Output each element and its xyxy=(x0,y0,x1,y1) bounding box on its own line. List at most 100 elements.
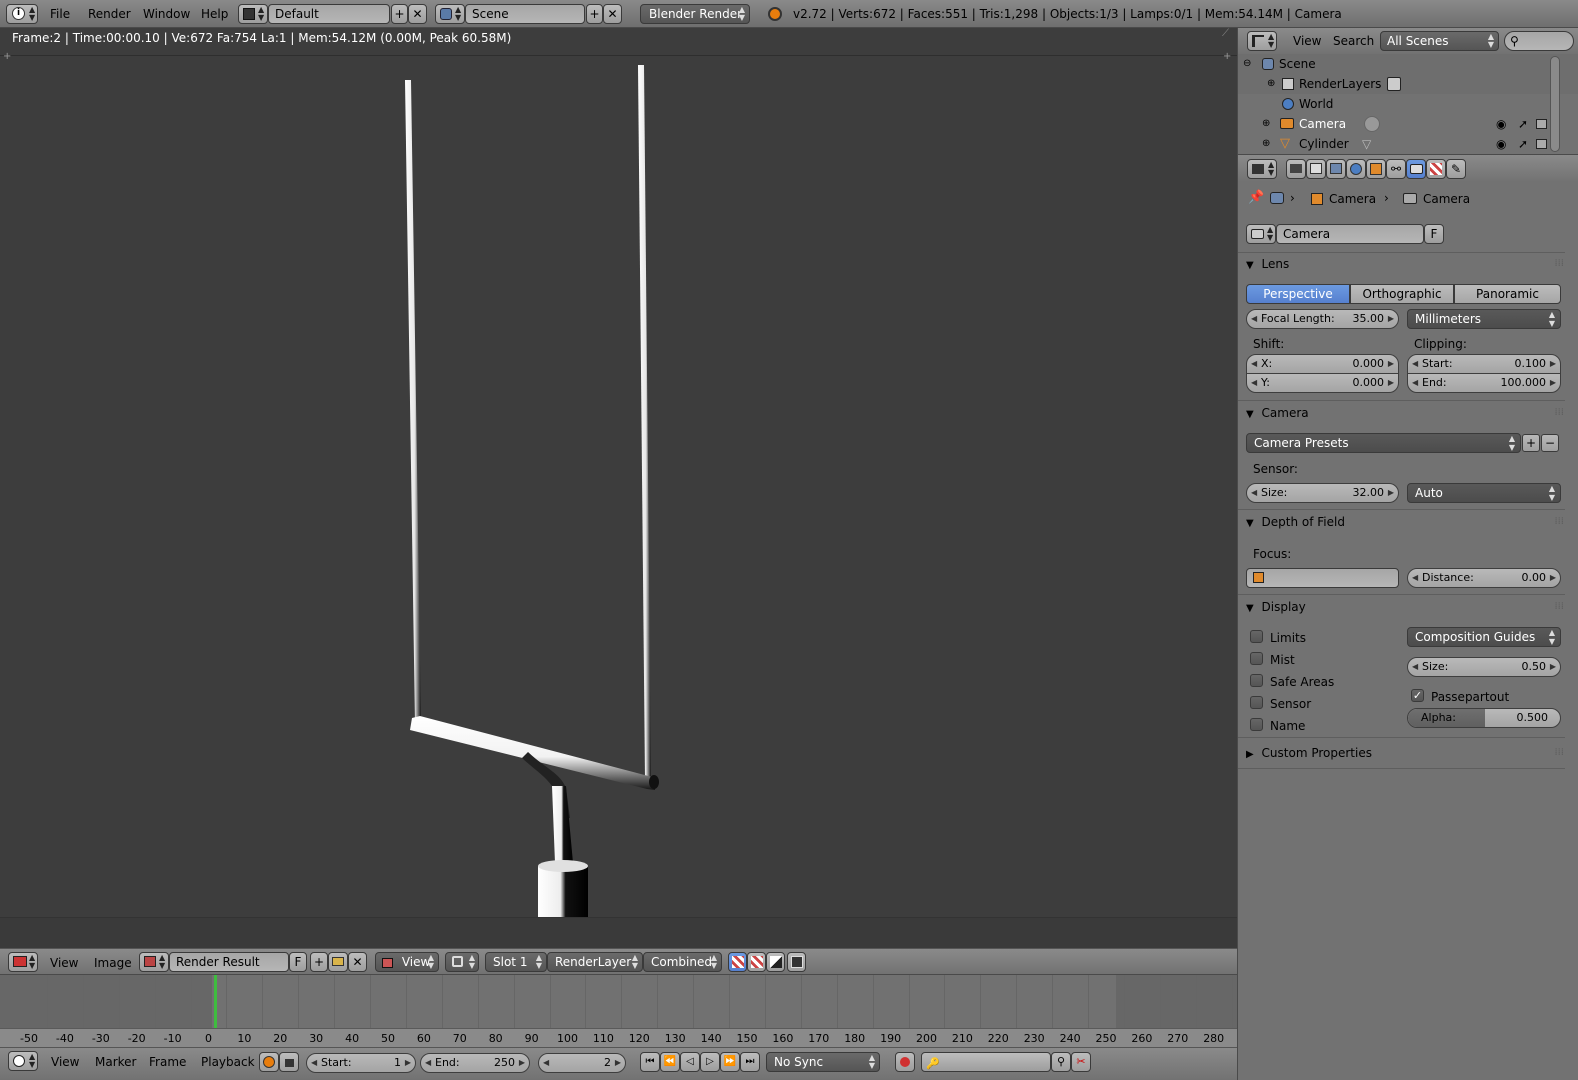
render-camera-icon[interactable] xyxy=(1536,119,1547,129)
lens-panel-header[interactable]: ▼ Lens ⁞⁞⁞ xyxy=(1246,253,1564,275)
expand-icon[interactable]: ⊕ xyxy=(1262,134,1270,154)
display-size-field[interactable]: ◀ Size: 0.50 ▶ xyxy=(1407,657,1561,677)
layout-name-field[interactable]: Default xyxy=(268,4,390,24)
current-frame-field[interactable]: ◀ 2 ▶ xyxy=(538,1053,626,1073)
keying-set-field[interactable]: 🔑 xyxy=(921,1052,1051,1072)
render-layer-dropdown[interactable]: RenderLayer ▲ ▼ xyxy=(547,952,643,972)
focus-object-field[interactable] xyxy=(1246,568,1399,588)
select-arrow-icon[interactable]: ➚ xyxy=(1518,134,1528,154)
shift-y-field[interactable]: ◀ Y: 0.000 ▶ xyxy=(1246,373,1399,393)
add-layout-button[interactable]: + xyxy=(391,4,408,24)
menu-image[interactable]: Image xyxy=(94,956,132,970)
properties-editor[interactable]: 📌 › Camera › Camera ▲ ▼ Camera F ▼ Lens ⁞… xyxy=(1237,182,1578,1080)
editor-type-info-button[interactable]: i ▲ ▼ xyxy=(6,4,38,24)
outliner-search-input[interactable]: ⚲ xyxy=(1504,31,1574,51)
scene-name-field[interactable]: Scene xyxy=(465,4,585,24)
remove-scene-button[interactable]: ✕ xyxy=(603,4,622,24)
editor-type-image-button[interactable]: ▲ ▼ xyxy=(8,952,38,972)
outliner-item-cylinder[interactable]: ⊕ ▽ Cylinder ▽ ◉ ➚ xyxy=(1238,134,1578,154)
visibility-eye-icon[interactable]: ◉ xyxy=(1496,134,1506,154)
clip-end-field[interactable]: ◀ End: 100.000 ▶ xyxy=(1407,373,1561,393)
pivot-dropdown[interactable]: ▲ ▼ xyxy=(445,952,479,972)
lens-type-perspective[interactable]: Perspective xyxy=(1246,284,1350,304)
display-mode-dropdown[interactable]: All Scenes ▲ ▼ xyxy=(1380,31,1499,51)
sensor-fit-dropdown[interactable]: Auto ▲ ▼ xyxy=(1407,483,1561,503)
image-name-field[interactable]: Render Result xyxy=(169,952,289,972)
render-pass-dropdown[interactable]: Combined ▲ ▼ xyxy=(643,952,722,972)
expand-icon[interactable]: ⊕ xyxy=(1267,74,1275,94)
tab-camera-data[interactable] xyxy=(1406,159,1426,179)
jump-start-button[interactable]: ⏮ xyxy=(640,1052,660,1072)
image-browse-button[interactable]: ▲ ▼ xyxy=(139,952,169,972)
drag-handle-icon[interactable]: ⁞⁞⁞ xyxy=(1554,253,1564,275)
timeline-editor[interactable]: -50 -40 -30 -20 -10 0 10 20 30 40 50 60 70 80 90 100 110… xyxy=(0,975,1237,1047)
insert-keyframe-button[interactable]: ⚲ xyxy=(1051,1052,1071,1072)
menu-render[interactable]: Render xyxy=(88,7,131,21)
tab-render[interactable] xyxy=(1286,159,1306,179)
focal-length-field[interactable]: ◀ Focal Length: 35.00 ▶ xyxy=(1246,309,1399,329)
camera-data-browse-button[interactable]: ▲ ▼ xyxy=(1246,224,1276,244)
menu-frame[interactable]: Frame xyxy=(149,1055,186,1069)
outliner-scrollbar[interactable] xyxy=(1550,56,1560,152)
tab-world[interactable] xyxy=(1346,159,1366,179)
tab-scene[interactable] xyxy=(1326,159,1346,179)
add-scene-button[interactable]: + xyxy=(586,4,603,24)
lens-unit-dropdown[interactable]: Millimeters ▲ ▼ xyxy=(1407,309,1561,329)
draw-alpha-button[interactable] xyxy=(766,952,785,972)
draw-rgb-button[interactable] xyxy=(747,952,766,972)
custom-properties-panel-header[interactable]: ▶ Custom Properties ⁞⁞⁞ xyxy=(1246,742,1564,764)
remove-preset-button[interactable]: − xyxy=(1541,434,1559,452)
drag-handle-icon[interactable]: ⁞⁞⁞ xyxy=(1554,402,1564,424)
sync-mode-dropdown[interactable]: No Sync ▲ ▼ xyxy=(766,1052,880,1072)
menu-window[interactable]: Window xyxy=(143,7,190,21)
tab-texture[interactable] xyxy=(1426,159,1446,179)
tab-constraints[interactable]: ⚯ xyxy=(1386,159,1406,179)
alpha-slider[interactable]: Alpha: 0.500 xyxy=(1407,708,1561,728)
menu-help[interactable]: Help xyxy=(201,7,228,21)
tab-object[interactable] xyxy=(1366,159,1386,179)
render-camera-icon[interactable] xyxy=(1536,139,1547,149)
menu-view[interactable]: View xyxy=(1293,34,1321,48)
limits-checkbox[interactable] xyxy=(1250,630,1263,643)
render-engine-dropdown[interactable]: Blender Render ▲ ▼ xyxy=(640,4,750,24)
outliner-item-renderlayers[interactable]: ⊕ RenderLayers xyxy=(1238,74,1578,94)
3d-viewport[interactable]: Frame:2 | Time:00:00.10 | Ve:672 Fa:754 … xyxy=(0,28,1237,948)
mist-checkbox[interactable] xyxy=(1250,652,1263,665)
preview-range-button[interactable] xyxy=(259,1052,279,1072)
fake-user-button[interactable]: F xyxy=(1424,224,1444,244)
passepartout-checkbox[interactable]: ✓ xyxy=(1411,689,1424,702)
outliner-item-world[interactable]: World xyxy=(1238,94,1578,114)
clip-start-field[interactable]: ◀ Start: 0.100 ▶ xyxy=(1407,354,1561,374)
display-panel-header[interactable]: ▼ Display ⁞⁞⁞ xyxy=(1246,596,1564,618)
layout-selector-button[interactable]: ▲ ▼ xyxy=(238,4,268,24)
safe-areas-checkbox[interactable] xyxy=(1250,674,1263,687)
select-arrow-icon[interactable]: ➚ xyxy=(1518,114,1528,134)
camera-data-name-field[interactable]: Camera xyxy=(1276,224,1424,244)
drag-handle-icon[interactable]: ⁞⁞⁞ xyxy=(1554,596,1564,618)
visibility-eye-icon[interactable]: ◉ xyxy=(1496,114,1506,134)
open-image-button[interactable] xyxy=(328,952,348,972)
slot-dropdown[interactable]: Slot 1 ▲ ▼ xyxy=(485,952,547,972)
lens-type-orthographic[interactable]: Orthographic xyxy=(1350,284,1454,304)
collapse-icon[interactable]: ⊖ xyxy=(1243,54,1251,74)
scene-selector-button[interactable]: ▲ ▼ xyxy=(435,4,465,24)
editor-type-properties-button[interactable]: ▲ ▼ xyxy=(1247,159,1277,179)
drag-handle-icon[interactable]: ⁞⁞⁞ xyxy=(1554,511,1564,533)
draw-zbuffer-button[interactable] xyxy=(787,952,806,972)
outliner-tree[interactable]: ⊖ Scene ⊕ RenderLayers World ⊕ Camera ◉ … xyxy=(1237,54,1578,154)
fake-user-button[interactable]: F xyxy=(289,952,307,972)
new-image-button[interactable]: + xyxy=(310,952,328,972)
menu-search[interactable]: Search xyxy=(1333,34,1374,48)
end-frame-field[interactable]: ◀ End: 250 ▶ xyxy=(420,1053,530,1073)
lens-type-panoramic[interactable]: Panoramic xyxy=(1454,284,1561,304)
delete-keyframe-button[interactable]: ✂ xyxy=(1071,1052,1091,1072)
play-reverse-button[interactable]: ◁ xyxy=(680,1052,700,1072)
menu-marker[interactable]: Marker xyxy=(95,1055,136,1069)
pin-icon[interactable]: 📌 xyxy=(1248,190,1264,205)
jump-keyframe-forward-button[interactable]: ⏩ xyxy=(720,1052,740,1072)
menu-playback[interactable]: Playback xyxy=(201,1055,255,1069)
view-mode-dropdown[interactable]: View ▲ ▼ xyxy=(375,952,439,972)
sensor-size-field[interactable]: ◀ Size: 32.00 ▶ xyxy=(1246,483,1399,503)
shift-x-field[interactable]: ◀ X: 0.000 ▶ xyxy=(1246,354,1399,374)
camera-panel-header[interactable]: ▼ Camera ⁞⁞⁞ xyxy=(1246,402,1564,424)
